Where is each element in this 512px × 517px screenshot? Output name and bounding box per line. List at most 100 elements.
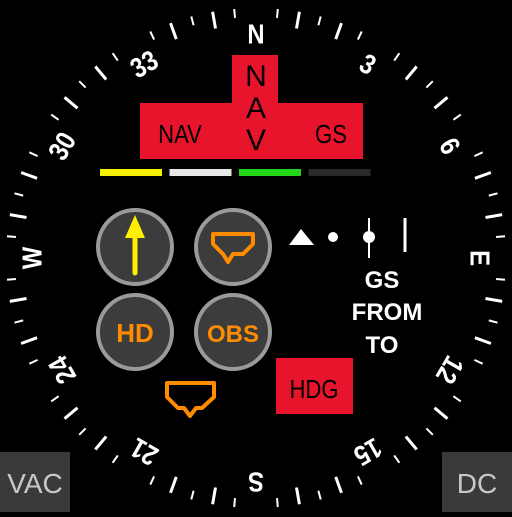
compass-tick [94, 435, 108, 451]
nav-flag-vertical-v: V [246, 124, 266, 157]
compass-tick [233, 8, 236, 18]
compass-tick [485, 297, 503, 303]
indicator-bar [308, 169, 371, 176]
heading-label-12: 12 [429, 350, 470, 389]
heading-bug-icon [165, 381, 216, 418]
compass-tick [452, 113, 462, 121]
hdg-flag: HDG [276, 358, 353, 414]
compass-tick [276, 498, 279, 508]
compass-tick [317, 490, 322, 500]
compass-tick [6, 235, 16, 238]
compass-tick [404, 65, 418, 81]
nav-flag-vertical-a: A [246, 92, 266, 125]
compass-tick [485, 213, 503, 219]
compass-tick [276, 8, 279, 18]
nav-flag-vertical-n: N [245, 60, 267, 93]
heading-label-w: W [16, 246, 48, 269]
heading-label-33: 33 [124, 43, 163, 84]
hsi-svg: N36E1215S2124W3033 NAV GS N A V HD OBS G… [6, 8, 506, 508]
hsi-instrument: N 3 6 E 12 15 S 21 24 W 30 33 NAV GS N A V HD OBS [0, 0, 512, 512]
compass-tick [190, 490, 195, 500]
compass-tick [20, 336, 38, 345]
compass-tick [14, 319, 24, 324]
dot-icon [328, 232, 338, 242]
heading-label-6: 6 [433, 132, 468, 160]
nav-symbols [289, 218, 407, 258]
heading-up-button[interactable] [96, 208, 174, 286]
compass-tick [211, 487, 217, 505]
dc-button[interactable]: DC [442, 452, 512, 512]
compass-tick [433, 406, 449, 420]
compass-tick [474, 171, 492, 180]
compass-tick [295, 487, 301, 505]
hd-button[interactable]: HD [96, 293, 174, 371]
indicator-bar [100, 169, 162, 176]
compass-tick [356, 475, 363, 486]
compass-tick [473, 358, 484, 365]
hdg-flag-label: HDG [289, 375, 338, 404]
indicator-bar [169, 169, 232, 176]
compass-tick [14, 192, 24, 197]
compass-tick [78, 80, 87, 89]
to-triangle-icon [289, 229, 314, 245]
heading-label-21: 21 [124, 431, 163, 472]
compass-tick [78, 427, 87, 436]
heading-label-15: 15 [348, 431, 387, 472]
nav-status-to: TO [366, 332, 399, 359]
heading-label-30: 30 [41, 126, 82, 165]
compass-tick [317, 16, 322, 26]
compass-tick [474, 336, 492, 345]
indicator-bar [239, 169, 301, 176]
compass-tick [50, 395, 60, 403]
compass-tick [496, 235, 506, 238]
vac-button[interactable]: VAC [0, 452, 70, 512]
compass-tick [20, 171, 38, 180]
hd-button-label: HD [116, 318, 154, 348]
course-dot-icon [363, 218, 375, 258]
compass-tick [488, 319, 498, 324]
compass-tick [6, 278, 16, 281]
indicator-bars [100, 169, 371, 176]
compass-tick [63, 96, 79, 110]
compass-tick [295, 11, 301, 29]
nav-flag-left: NAV [158, 120, 202, 149]
compass-tick [169, 22, 178, 40]
gs-pointer-button[interactable] [194, 208, 272, 286]
compass-tick [9, 213, 27, 219]
compass-tick [452, 395, 462, 403]
heading-label-s: S [248, 466, 264, 498]
compass-tick [94, 65, 108, 81]
compass-tick [111, 52, 119, 62]
compass-tick [211, 11, 217, 29]
compass-tick [425, 427, 434, 436]
heading-label-n: N [247, 18, 264, 50]
compass-tick [496, 278, 506, 281]
compass-tick [111, 454, 119, 464]
compass-tick [473, 151, 484, 158]
compass-tick [50, 113, 60, 121]
obs-button[interactable]: OBS [194, 293, 272, 371]
obs-button-label: OBS [207, 321, 259, 348]
nav-status-gs: GS [365, 267, 400, 294]
nav-status-text: GS FROM TO [352, 267, 423, 359]
heading-label-24: 24 [41, 350, 82, 390]
gs-flag: GS [315, 120, 347, 149]
compass-tick [404, 435, 418, 451]
nav-flag-block: NAV GS N A V [140, 55, 363, 159]
compass-tick [190, 16, 195, 26]
nav-status-from: FROM [352, 299, 423, 326]
compass-tick [433, 96, 449, 110]
compass-tick [393, 52, 401, 62]
compass-tick [149, 30, 156, 41]
compass-tick [9, 297, 27, 303]
compass-tick [334, 22, 343, 40]
compass-tick [28, 151, 39, 158]
compass-tick [233, 498, 236, 508]
compass-tick [334, 476, 343, 494]
heading-label-e: E [464, 250, 496, 266]
nav-flag-vertical: N A V [245, 60, 267, 157]
compass-tick [488, 192, 498, 197]
compass-tick [169, 476, 178, 494]
compass-tick [356, 30, 363, 41]
compass-tick [393, 454, 401, 464]
